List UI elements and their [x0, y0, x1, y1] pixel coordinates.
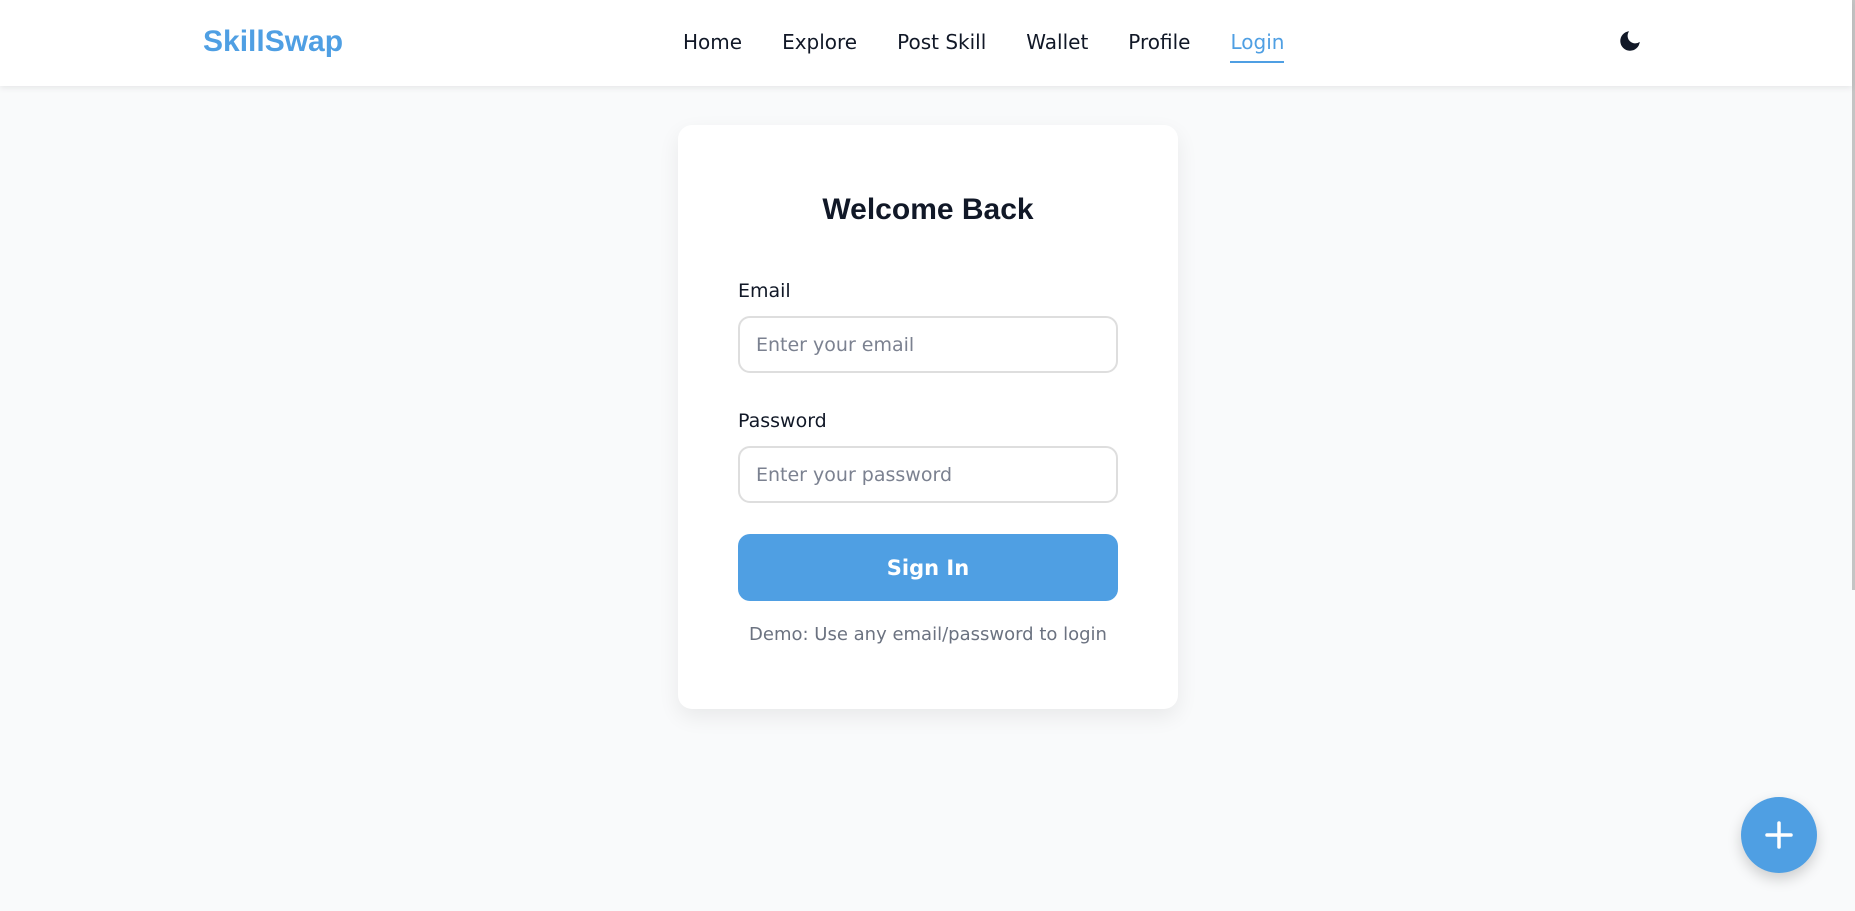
plus-icon [1765, 821, 1793, 849]
add-floating-button[interactable] [1741, 797, 1817, 873]
nav-item-profile[interactable]: Profile [1128, 26, 1190, 58]
brand-logo[interactable]: SkillSwap [203, 22, 343, 62]
demo-note: Demo: Use any email/password to login [749, 624, 1107, 645]
password-label: Password [738, 410, 827, 432]
login-title: Welcome Back [822, 193, 1034, 226]
moon-icon [1620, 31, 1640, 51]
login-card: Welcome Back Email Password Sign In Demo… [678, 125, 1178, 709]
nav-item-explore[interactable]: Explore [782, 26, 857, 58]
theme-toggle-button[interactable] [1617, 28, 1643, 54]
top-navbar: SkillSwap Home Explore Post Skill Wallet… [0, 0, 1852, 86]
main-navigation: Home Explore Post Skill Wallet Profile L… [683, 26, 1324, 63]
password-field[interactable] [738, 446, 1118, 503]
email-label: Email [738, 280, 791, 302]
email-field[interactable] [738, 316, 1118, 373]
nav-item-login[interactable]: Login [1230, 26, 1284, 63]
nav-item-wallet[interactable]: Wallet [1026, 26, 1088, 58]
nav-item-home[interactable]: Home [683, 26, 742, 58]
nav-item-post-skill[interactable]: Post Skill [897, 26, 986, 58]
sign-in-button[interactable]: Sign In [738, 534, 1118, 601]
